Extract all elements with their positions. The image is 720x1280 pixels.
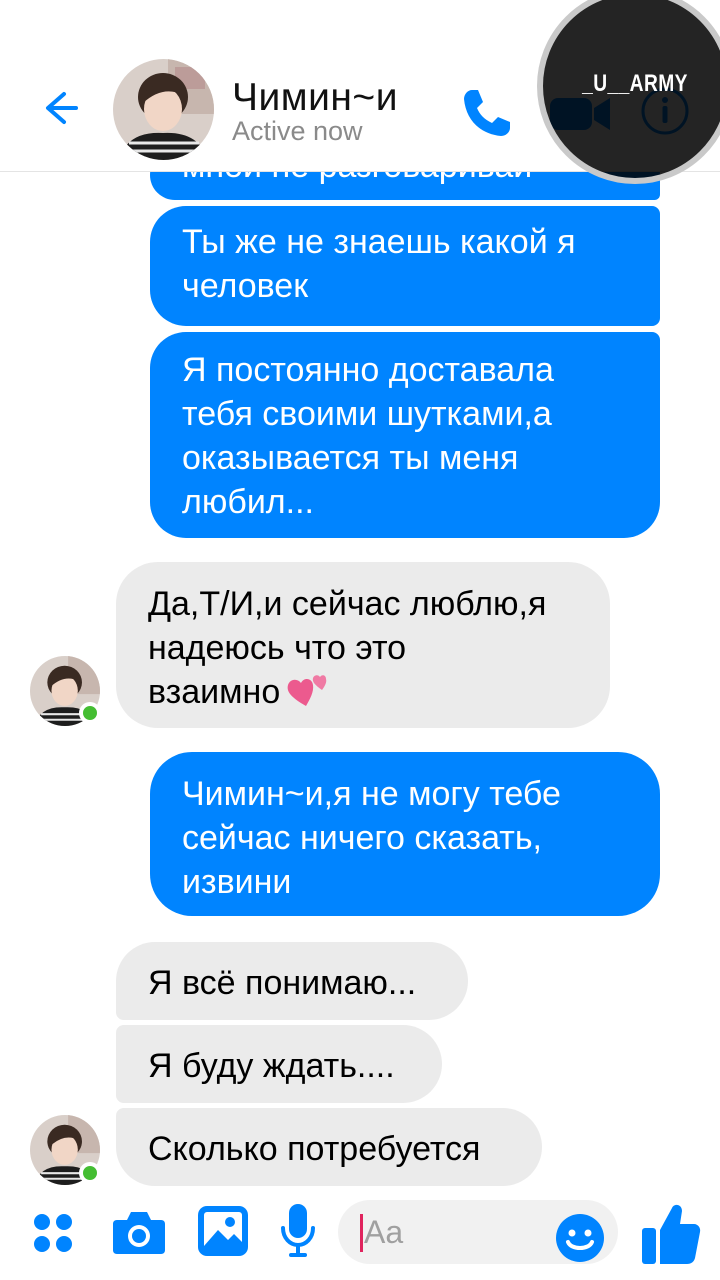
message-text: Сколько потребуется: [148, 1130, 481, 1168]
online-indicator: [79, 702, 101, 724]
message-input-placeholder: Aa: [364, 1214, 404, 1250]
message-bubble-incoming[interactable]: Я буду ждать....: [116, 1025, 442, 1103]
contact-avatar[interactable]: [113, 59, 214, 160]
message-text: извини: [182, 863, 292, 901]
gallery-icon[interactable]: [196, 1204, 250, 1258]
online-indicator: [79, 1162, 101, 1184]
message-bubble-outgoing[interactable]: Чимин~и,я не могу тебе сейчас ничего ска…: [150, 752, 660, 916]
message-text: Я постоянно доставала: [182, 351, 554, 389]
microphone-icon[interactable]: [280, 1202, 316, 1260]
message-text: взаимно: [148, 673, 281, 711]
message-text: Я буду ждать....: [148, 1047, 395, 1085]
phone-icon[interactable]: [458, 84, 516, 142]
message-text: человек: [182, 267, 309, 305]
message-text: Да,Т/И,и сейчас люблю,я: [148, 585, 547, 623]
text-cursor: [360, 1214, 363, 1252]
message-bubble-outgoing[interactable]: Я постоянно доставала тебя своими шуткам…: [150, 332, 660, 538]
watermark-text: _U__ARMY: [582, 70, 688, 97]
message-bubble-incoming[interactable]: Я всё понимаю...: [116, 942, 468, 1020]
back-arrow-icon[interactable]: [34, 84, 82, 132]
message-text: тебя своими шутками,а: [182, 395, 552, 433]
message-composer: Aa: [0, 1192, 720, 1280]
apps-icon[interactable]: [32, 1212, 74, 1254]
thumbs-up-icon[interactable]: [640, 1200, 702, 1268]
message-text: оказывается ты меня: [182, 439, 519, 477]
camera-icon[interactable]: [111, 1208, 167, 1256]
message-text: Ты же не знаешь какой я: [182, 223, 576, 261]
message-text: надеюсь что это: [148, 629, 407, 667]
emoji-icon[interactable]: [554, 1212, 606, 1264]
two-hearts-icon: [287, 675, 327, 707]
active-status: Active now: [232, 116, 363, 146]
message-text: сейчас ничего сказать,: [182, 819, 543, 857]
contact-name[interactable]: Чимин~и: [232, 76, 398, 120]
message-text: любил...: [182, 483, 314, 521]
message-bubble-incoming[interactable]: Да,Т/И,и сейчас люблю,я надеюсь что это …: [116, 562, 610, 728]
message-text: Я всё понимаю...: [148, 964, 417, 1002]
message-bubble-incoming[interactable]: Сколько потребуется: [116, 1108, 542, 1186]
message-text: Чимин~и,я не могу тебе: [182, 775, 561, 813]
message-bubble-outgoing[interactable]: Ты же не знаешь какой я человек: [150, 206, 660, 326]
